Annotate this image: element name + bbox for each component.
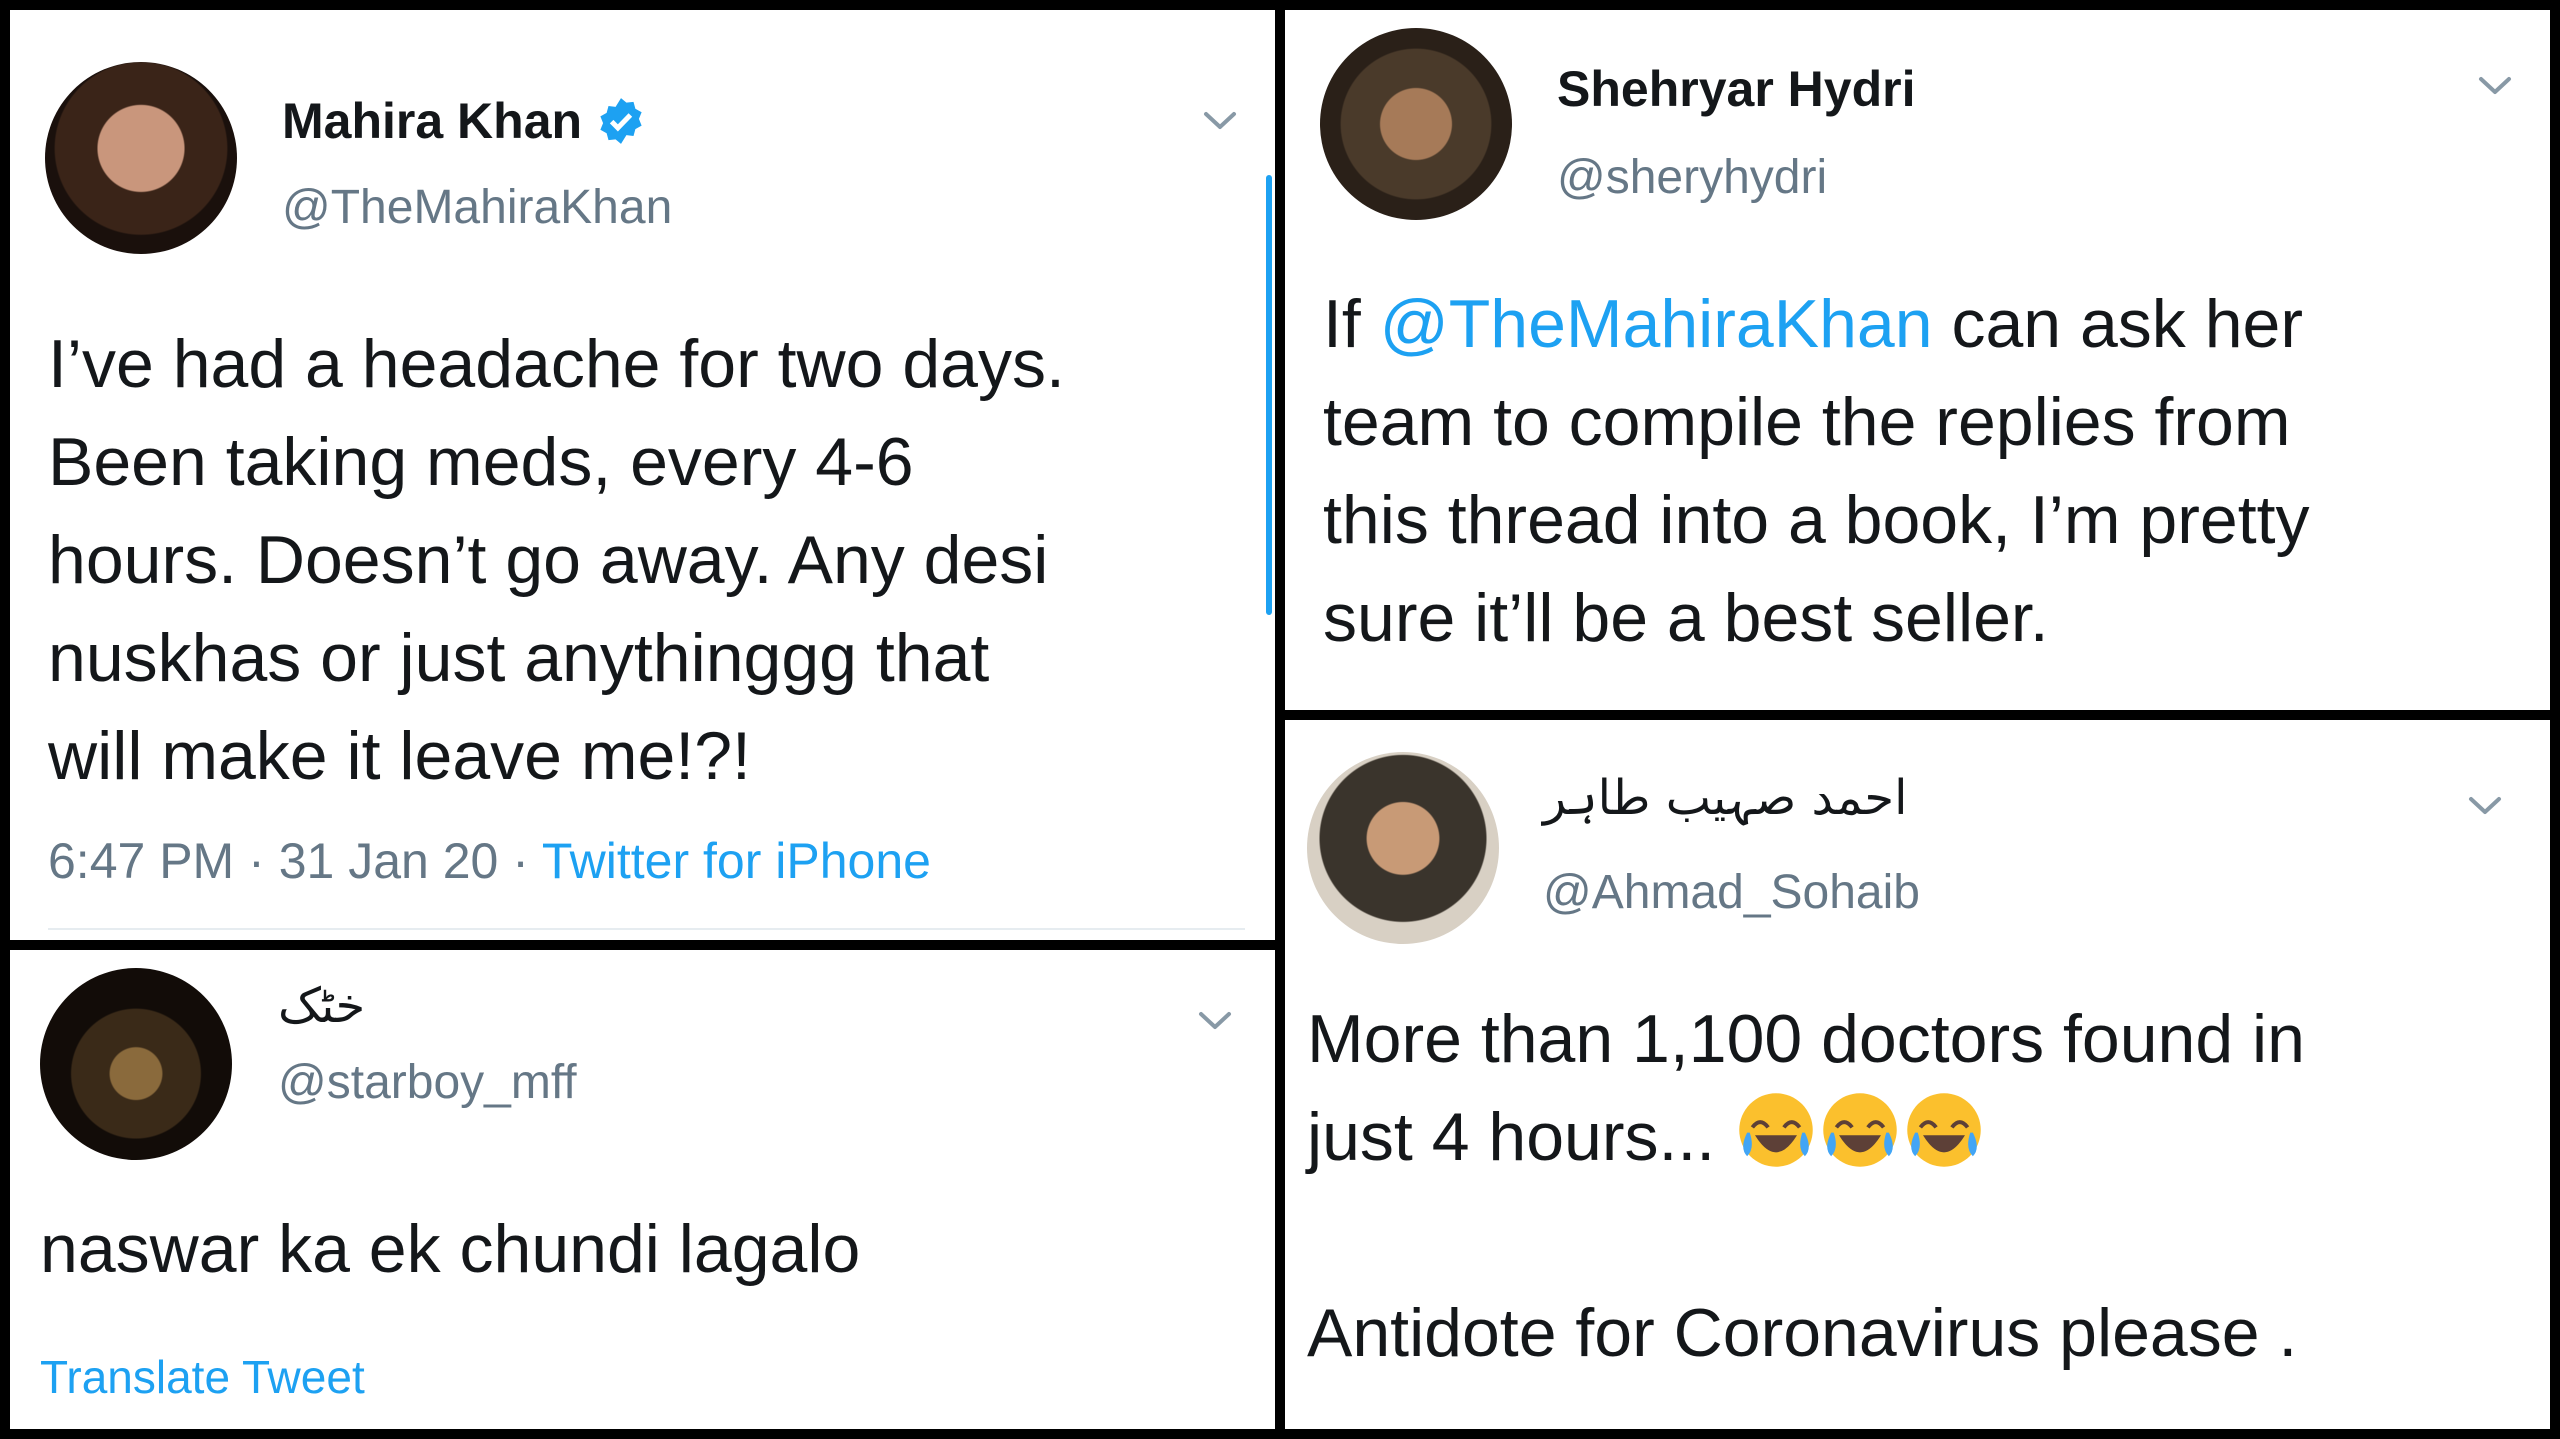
divider xyxy=(48,928,1245,930)
user-handle[interactable]: @Ahmad_Sohaib xyxy=(1543,865,1920,920)
user-handle[interactable]: @sheryhydri xyxy=(1557,150,1827,205)
tweet-line: I’ve had a headache for two days. xyxy=(48,326,1065,402)
separator: · xyxy=(512,833,529,889)
mention-link[interactable]: @TheMahiraKhan xyxy=(1380,286,1933,362)
tweet-line: team to compile the replies from xyxy=(1323,384,2291,460)
laughing-emoji-icon xyxy=(1907,1093,1981,1167)
chevron-down-icon[interactable] xyxy=(2475,65,2515,105)
tweet-line: If @TheMahiraKhan can ask her xyxy=(1323,275,2310,373)
tweet-line: Antidote for Coronavirus please . xyxy=(1307,1295,2298,1371)
tweet-line: hours. Doesn’t go away. Any desi xyxy=(48,522,1049,598)
avatar[interactable] xyxy=(45,62,237,254)
translate-tweet-link[interactable]: Translate Tweet xyxy=(40,1350,365,1404)
user-handle[interactable]: @starboy_mff xyxy=(278,1055,577,1110)
scrollbar[interactable] xyxy=(1266,175,1272,615)
user-name[interactable]: خٹک xyxy=(278,978,365,1034)
user-name[interactable]: Shehryar Hydri xyxy=(1557,60,1915,118)
chevron-down-icon[interactable] xyxy=(1200,100,1240,140)
tweet-line: will make it leave me!?! xyxy=(48,718,751,794)
tweet-ahmad: احمد صہیب طاہر @Ahmad_Sohaib More than 1… xyxy=(1285,720,2550,1429)
user-name[interactable]: احمد صہیب طاہر xyxy=(1543,770,1907,826)
tweet-line: this thread into a book, I’m pretty xyxy=(1323,482,2310,558)
user-handle[interactable]: @TheMahiraKhan xyxy=(282,180,672,235)
avatar[interactable] xyxy=(40,968,232,1160)
separator: · xyxy=(248,833,265,889)
tweet-text: naswar ka ek chundi lagalo xyxy=(40,1211,861,1287)
tweet-shehryar: Shehryar Hydri @sheryhydri If @TheMahira… xyxy=(1285,10,2550,710)
tweet-starboy: خٹک @starboy_mff naswar ka ek chundi lag… xyxy=(10,950,1275,1429)
tweet-text: I’ve had a headache for two days. Been t… xyxy=(48,315,1065,805)
tweet-line: nuskhas or just anythinggg that xyxy=(48,620,990,696)
tweet-mahira: Mahira Khan @TheMahiraKhan I’ve had a he… xyxy=(10,10,1275,940)
text-line2: just 4 hours... xyxy=(1307,1099,1716,1175)
tweet-line: sure it’ll be a best seller. xyxy=(1323,580,2049,656)
tweet-time[interactable]: 6:47 PM xyxy=(48,833,234,889)
text-suffix: can ask her xyxy=(1932,286,2303,362)
tweet-meta: 6:47 PM · 31 Jan 20 · Twitter for iPhone xyxy=(48,832,931,890)
tweet-line: Been taking meds, every 4-6 xyxy=(48,424,914,500)
tweet-line: More than 1,100 doctors found in xyxy=(1307,1001,2305,1077)
verified-badge-icon xyxy=(600,98,642,144)
tweet-text: If @TheMahiraKhan can ask her team to co… xyxy=(1323,275,2310,667)
chevron-down-icon[interactable] xyxy=(1195,1000,1235,1040)
chevron-down-icon[interactable] xyxy=(2465,785,2505,825)
text-prefix: If xyxy=(1323,286,1380,362)
tweet-text: More than 1,100 doctors found in just 4 … xyxy=(1307,990,2305,1382)
avatar[interactable] xyxy=(1307,752,1499,944)
user-name[interactable]: Mahira Khan xyxy=(282,92,582,150)
avatar[interactable] xyxy=(1320,28,1512,220)
laughing-emoji-icon xyxy=(1823,1093,1897,1167)
tweet-date[interactable]: 31 Jan 20 xyxy=(279,833,499,889)
tweet-source-link[interactable]: Twitter for iPhone xyxy=(542,833,931,889)
tweet-line: just 4 hours... xyxy=(1307,1088,2305,1186)
laughing-emoji-icon xyxy=(1739,1093,1813,1167)
